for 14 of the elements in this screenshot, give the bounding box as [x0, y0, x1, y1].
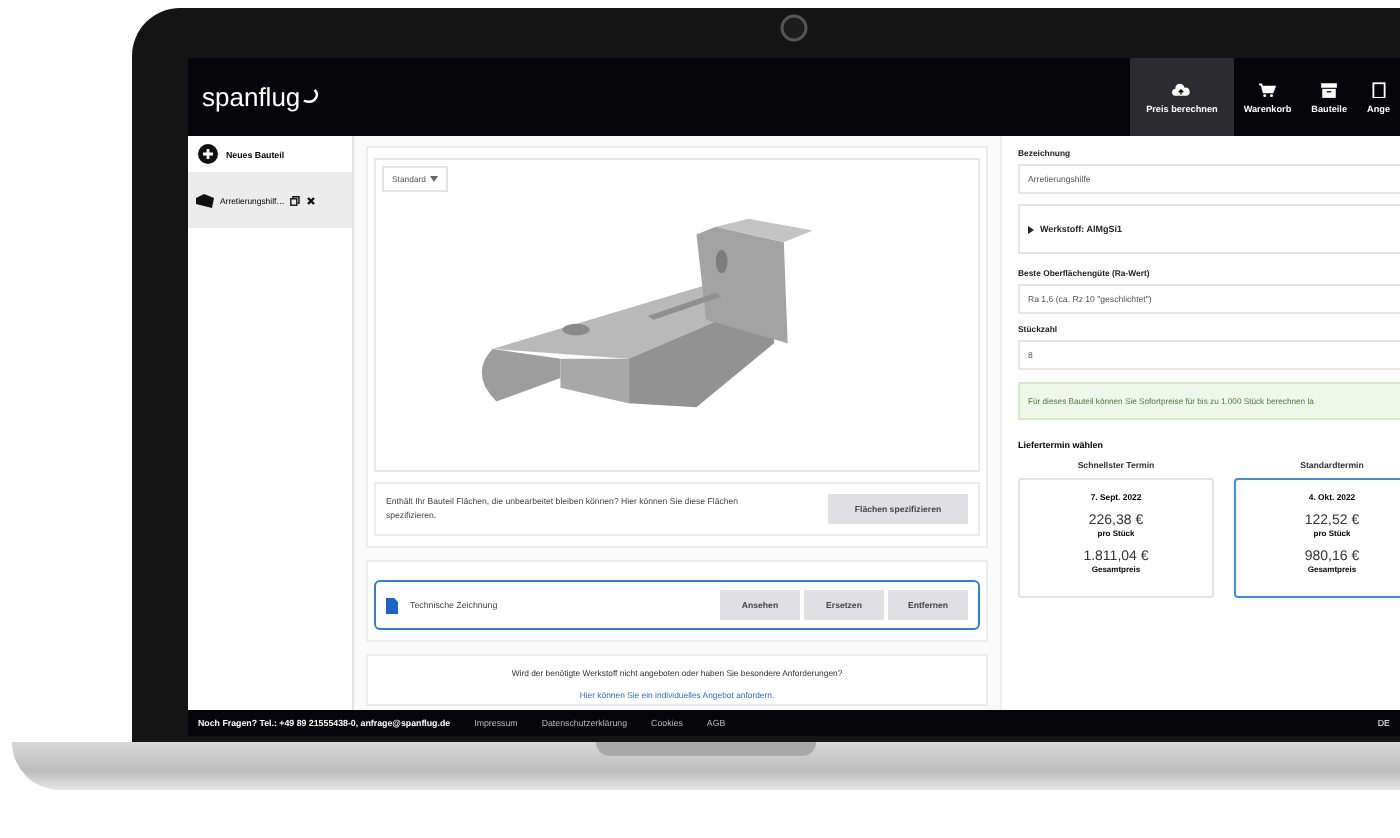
- swoosh-icon: [302, 88, 321, 106]
- cart-icon: [1258, 81, 1277, 97]
- part-icon: [196, 193, 214, 207]
- archive-box-icon: [1320, 81, 1339, 97]
- copy-icon: [290, 195, 301, 205]
- camera-icon: [780, 14, 808, 42]
- caret-icon: [1028, 225, 1034, 233]
- logo: spanflug: [202, 82, 301, 112]
- cloud-upload-icon: [1172, 81, 1191, 97]
- document-icon: [1369, 81, 1388, 97]
- caret-icon: [430, 176, 438, 182]
- file-icon: [386, 597, 398, 613]
- close-icon: [306, 195, 317, 205]
- plus-circle-icon: [198, 144, 218, 164]
